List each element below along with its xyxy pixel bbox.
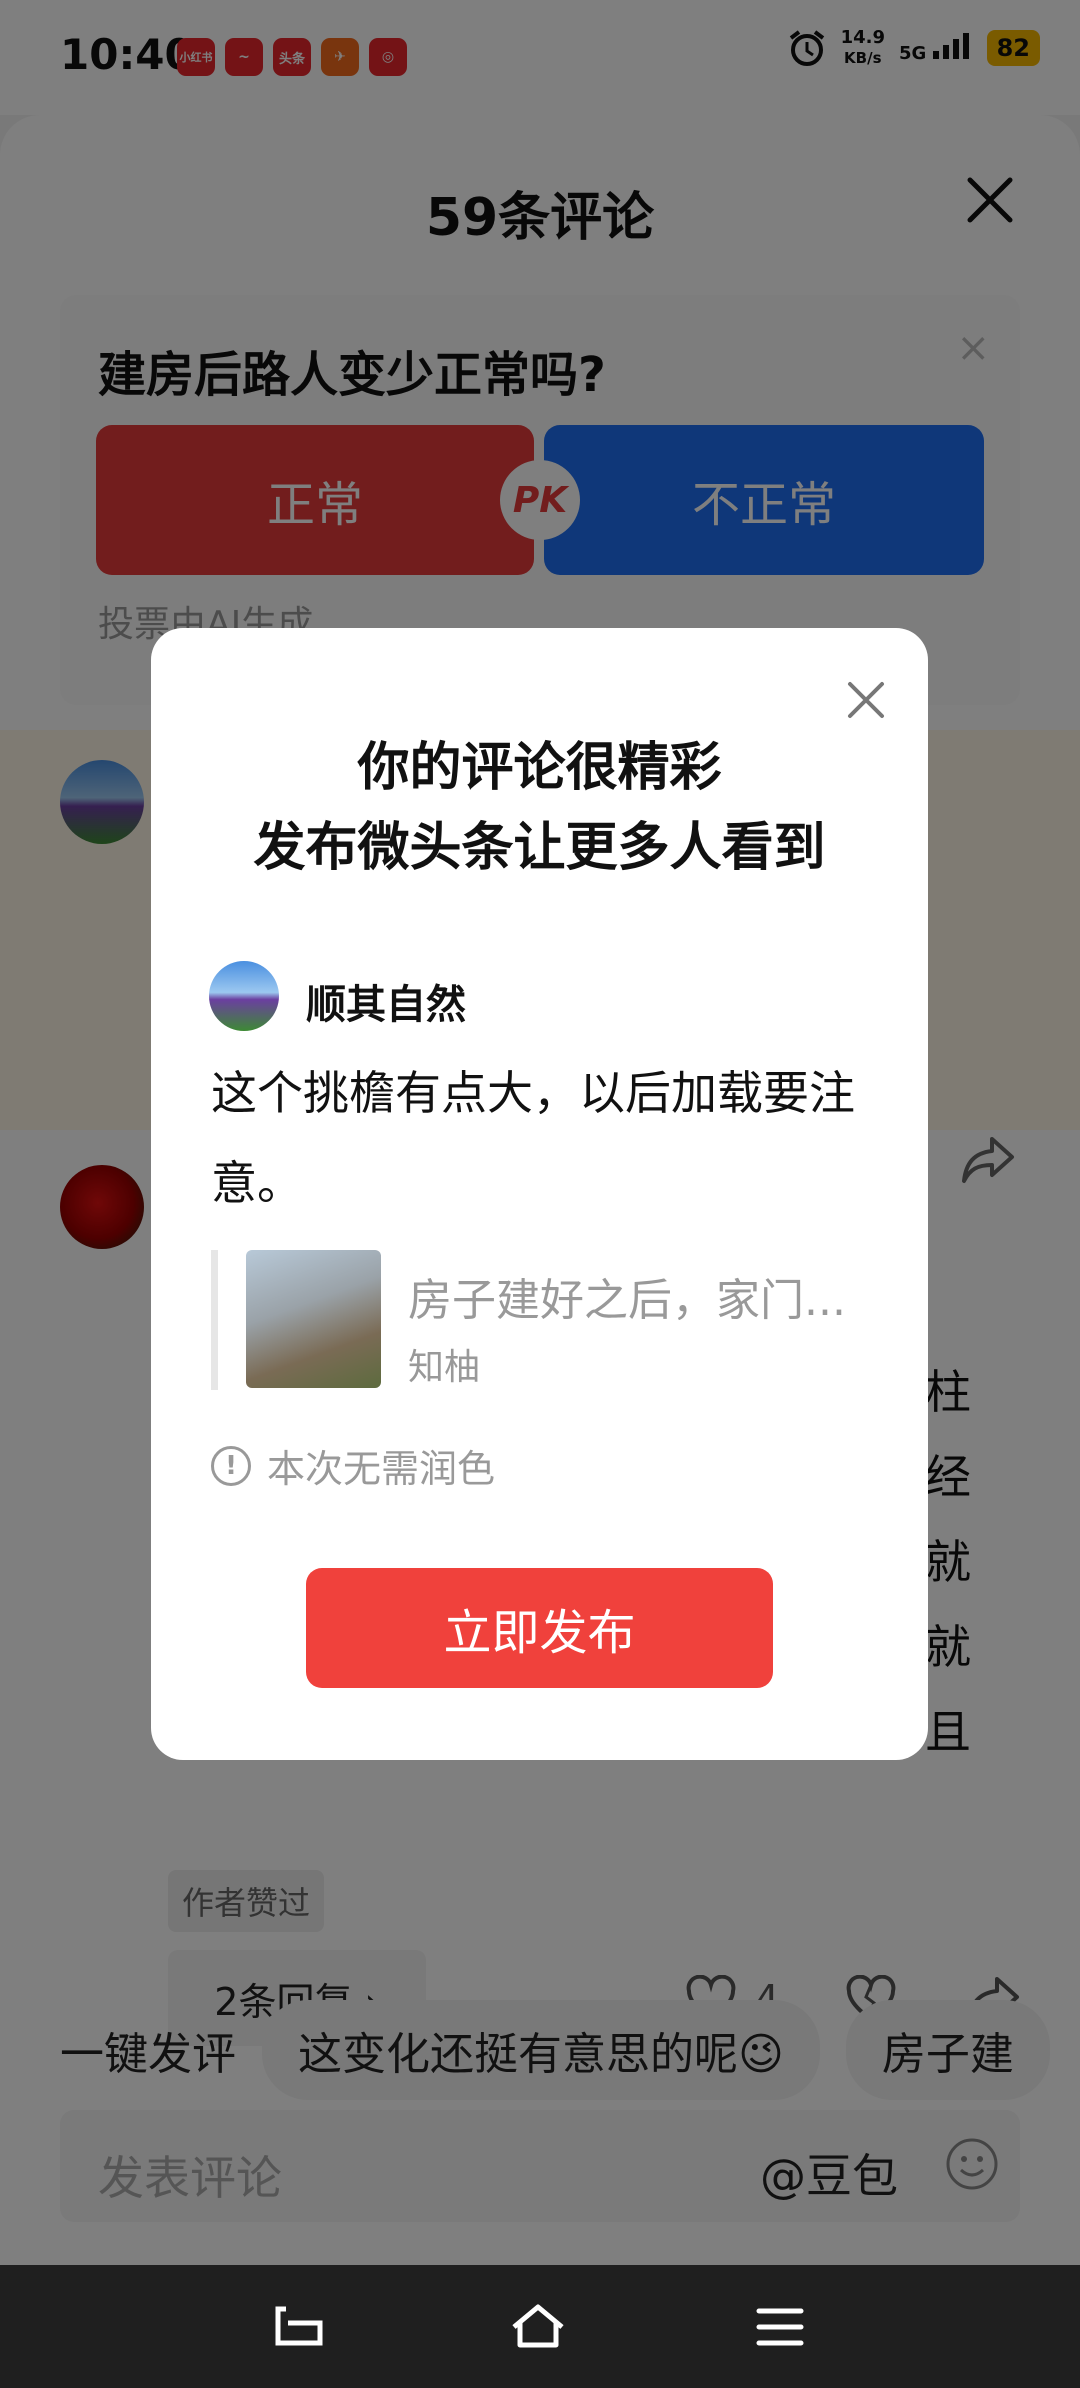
publish-button[interactable]: 立即发布 <box>306 1568 773 1688</box>
back-icon[interactable] <box>272 2305 328 2349</box>
article-thumbnail <box>246 1250 381 1388</box>
menu-icon[interactable] <box>755 2305 805 2349</box>
home-icon[interactable] <box>508 2301 568 2351</box>
comment-preview: 这个挑檐有点大，以后加载要注意。 <box>211 1066 855 1210</box>
author-name: 顺其自然 <box>306 982 466 1028</box>
avatar <box>209 961 279 1031</box>
quoted-article: 房子建好之后，家门... 知柚 <box>211 1250 861 1390</box>
polish-hint: ! 本次无需润色 <box>211 1438 495 1493</box>
system-nav-bar <box>0 2265 1080 2388</box>
info-icon: ! <box>211 1445 251 1486</box>
article-title: 房子建好之后，家门... <box>408 1275 846 1326</box>
publish-dialog: 你的评论很精彩 发布微头条让更多人看到 顺其自然 这个挑檐有点大，以后加载要注意… <box>151 628 928 1760</box>
close-icon[interactable] <box>844 678 888 722</box>
dialog-title: 你的评论很精彩 发布微头条让更多人看到 <box>253 738 826 878</box>
article-source: 知柚 <box>408 1347 481 1388</box>
